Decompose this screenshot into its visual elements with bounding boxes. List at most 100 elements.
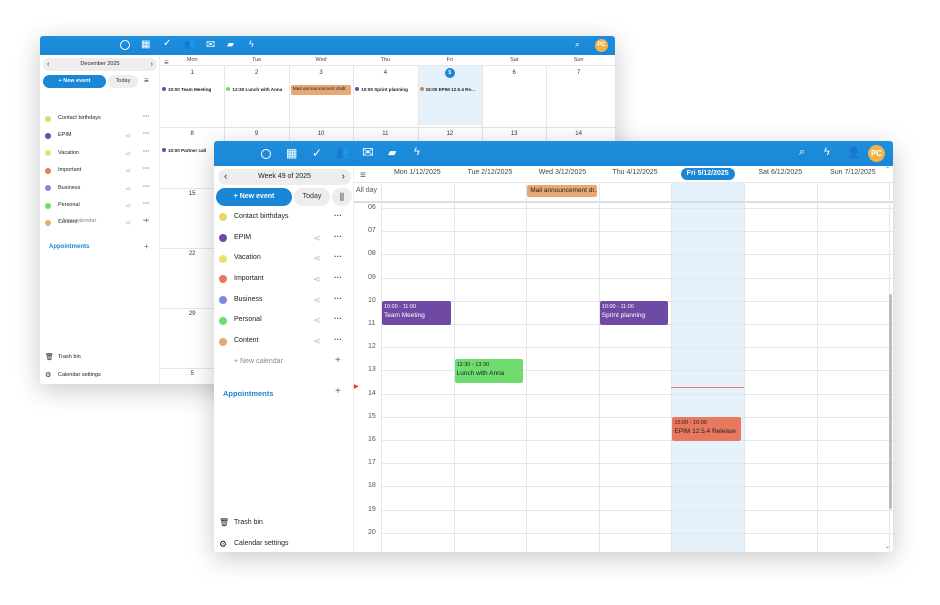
more-options-icon[interactable]: ··· — [143, 130, 150, 137]
calendar-list-item[interactable]: Business ⋖ ··· — [40, 180, 159, 197]
files-icon[interactable]: ▰ — [388, 146, 396, 159]
day-number[interactable]: 4 — [353, 70, 417, 76]
more-options-icon[interactable]: ··· — [143, 165, 150, 172]
activity-icon[interactable]: ϟ — [414, 146, 420, 158]
scroll-down-icon[interactable]: ⌄ — [885, 543, 890, 550]
day-number[interactable]: 12 — [418, 131, 482, 137]
week-menu-icon[interactable]: ≡ — [360, 170, 366, 181]
share-icon[interactable]: ⋖ — [125, 184, 131, 193]
day-number-today[interactable]: 5 — [444, 68, 455, 78]
calendar-list-item[interactable]: EPIM ⋖ ··· — [40, 127, 159, 144]
calendar-list-item[interactable]: Important ⋖ ··· — [40, 162, 159, 179]
day-number[interactable]: 2 — [224, 70, 288, 76]
search-icon[interactable]: ⌕ — [799, 146, 805, 159]
new-calendar-plus-icon[interactable]: + — [144, 216, 149, 225]
contacts-menu-icon[interactable]: 👤 — [847, 146, 861, 159]
day-header[interactable]: Sun 7/12/2025 — [817, 169, 890, 176]
share-icon[interactable]: ⋖ — [313, 253, 321, 264]
month-event[interactable]: 10:00 Sprint planning — [355, 87, 416, 95]
day-header[interactable]: Wed 3/12/2025 — [526, 169, 599, 176]
more-options-icon[interactable]: ··· — [334, 232, 342, 241]
calendar-list-item[interactable]: Vacation ⋖ ··· — [214, 248, 353, 269]
tasks-check-icon[interactable]: ✓ — [163, 38, 171, 49]
more-options-icon[interactable]: ··· — [143, 148, 150, 155]
month-event-allday[interactable]: Mail announcement draft — [290, 85, 352, 95]
share-icon[interactable]: ⋖ — [125, 201, 131, 210]
files-icon[interactable]: ▰ — [227, 39, 234, 50]
avatar[interactable]: PC — [595, 39, 608, 52]
share-icon[interactable]: ⋖ — [125, 149, 131, 158]
activity-icon[interactable]: ϟ — [249, 39, 254, 49]
day-number[interactable]: 8 — [160, 131, 224, 137]
scroll-up-icon[interactable]: ⌃ — [885, 166, 890, 173]
day-number[interactable]: 11 — [353, 131, 417, 137]
search-icon[interactable]: ⌕ — [575, 39, 580, 50]
day-number[interactable]: 9 — [224, 131, 288, 137]
dashboard-icon[interactable] — [120, 40, 130, 50]
more-options-icon[interactable]: ··· — [334, 314, 342, 323]
more-options-icon[interactable]: ··· — [334, 273, 342, 282]
view-switcher-button[interactable]: ⫼ — [332, 188, 352, 206]
day-header[interactable]: Thu 4/12/2025 — [599, 169, 672, 176]
calendar-icon[interactable]: ▦ — [286, 146, 297, 160]
month-event[interactable]: 10:00 Team Meeting — [162, 87, 223, 95]
share-icon[interactable]: ⋖ — [125, 131, 131, 140]
more-options-icon[interactable]: ··· — [143, 200, 150, 207]
share-icon[interactable]: ⋖ — [313, 336, 321, 347]
week-event[interactable]: 15:00 - 16:00 EPIM 12.5.4 Release — [672, 416, 741, 441]
share-icon[interactable]: ⋖ — [125, 166, 131, 175]
day-header[interactable]: Mon 1/12/2025 — [381, 169, 454, 176]
day-number[interactable]: 6 — [482, 70, 546, 76]
calendar-settings-link[interactable]: Calendar settings — [58, 372, 101, 378]
share-icon[interactable]: ⋖ — [313, 295, 321, 306]
notifications-icon[interactable]: ϟ — [824, 146, 830, 158]
calendar-list-item[interactable]: Content ⋖ ··· — [214, 331, 353, 352]
more-options-icon[interactable]: ··· — [334, 335, 342, 344]
week-event[interactable]: 10:00 - 11:00 Team Meeting — [382, 300, 451, 325]
more-options-icon[interactable]: ··· — [143, 183, 150, 190]
more-options-icon[interactable]: ··· — [334, 294, 342, 303]
month-event[interactable]: 12:30 Lunch with Anna — [226, 87, 287, 95]
scrollbar-thumb[interactable] — [889, 294, 892, 509]
mail-icon[interactable]: ✉ — [362, 144, 374, 161]
tasks-check-icon[interactable]: ✓ — [312, 146, 322, 160]
week-event[interactable]: 10:00 - 11:00 Sprint planning — [599, 300, 669, 325]
next-period-button[interactable]: › — [151, 58, 153, 71]
month-event[interactable]: 15:00 EPIM 12.5.4 Re... — [419, 87, 481, 95]
calendar-list-item[interactable]: Business ⋖ ··· — [214, 290, 353, 311]
period-label[interactable]: Week 49 of 2025 — [258, 173, 311, 180]
avatar[interactable]: PC — [868, 145, 885, 162]
new-calendar-plus-icon[interactable]: + — [335, 355, 341, 366]
contacts-icon[interactable]: 👥 — [336, 146, 350, 159]
trash-bin-link[interactable]: Trash bin — [58, 354, 81, 360]
appointments-heading[interactable]: Appointments — [49, 244, 89, 250]
day-number[interactable]: 1 — [160, 70, 224, 76]
calendar-icon[interactable]: ▦ — [141, 39, 150, 50]
add-appointment-icon[interactable]: + — [335, 386, 341, 397]
new-calendar-link[interactable]: + New calendar — [58, 218, 96, 224]
today-button[interactable]: Today — [108, 75, 138, 88]
appointments-heading[interactable]: Appointments — [223, 389, 273, 398]
allday-event[interactable]: Mail announcement dr... — [527, 185, 597, 197]
share-icon[interactable]: ⋖ — [125, 218, 131, 227]
week-event[interactable]: 12:30 - 13:30 Lunch with Anna — [454, 358, 524, 383]
calendar-list-item[interactable]: Personal ⋖ ··· — [214, 311, 353, 332]
new-event-button[interactable]: + New event — [43, 75, 106, 88]
calendar-list-item[interactable]: Contact birthdays ··· — [214, 207, 353, 228]
calendar-settings-link[interactable]: Calendar settings — [234, 540, 288, 547]
day-number[interactable]: 7 — [546, 70, 610, 76]
trash-bin-link[interactable]: Trash bin — [234, 519, 263, 526]
share-icon[interactable]: ⋖ — [313, 315, 321, 326]
calendar-list-item[interactable]: Vacation ⋖ ··· — [40, 145, 159, 162]
day-header[interactable]: Sat 6/12/2025 — [744, 169, 817, 176]
share-icon[interactable]: ⋖ — [313, 233, 321, 244]
new-event-button[interactable]: + New event — [216, 188, 292, 206]
today-button[interactable]: Today — [294, 188, 330, 206]
prev-period-button[interactable]: ‹ — [47, 58, 49, 71]
period-label[interactable]: December 2025 — [80, 61, 119, 67]
prev-period-button[interactable]: ‹ — [224, 169, 227, 185]
contacts-icon[interactable]: 👥 — [184, 39, 195, 50]
new-calendar-link[interactable]: + New calendar — [234, 358, 283, 365]
day-number[interactable]: 14 — [546, 131, 610, 137]
day-header[interactable]: Tue 2/12/2025 — [454, 169, 527, 176]
